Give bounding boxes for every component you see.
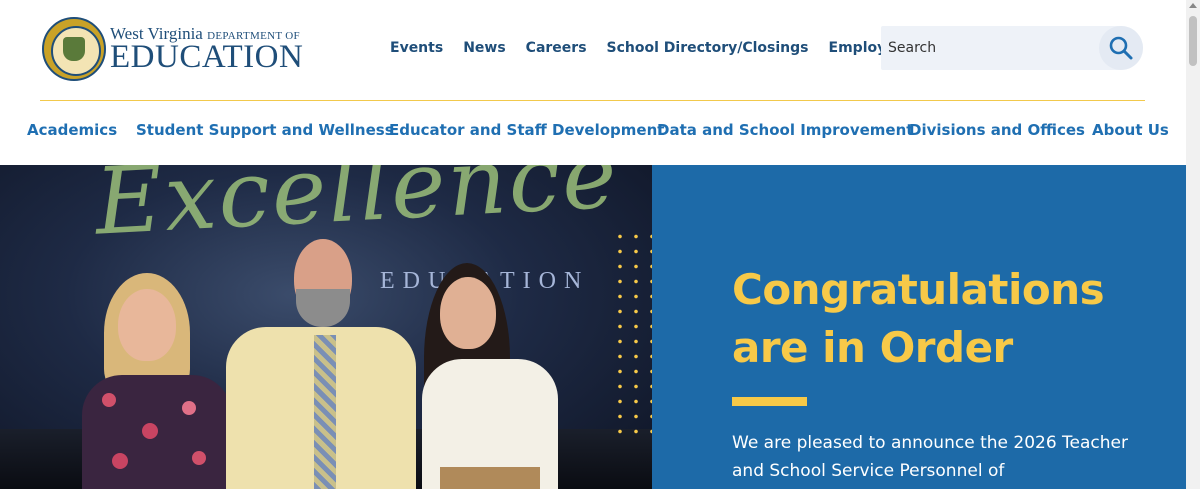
- logo-education: EDUCATION: [110, 38, 304, 75]
- search-icon: [1109, 36, 1133, 60]
- person-right: [410, 263, 560, 489]
- scroll-thumb[interactable]: [1189, 16, 1197, 66]
- wvde-logo[interactable]: West Virginia DEPARTMENT OF EDUCATION: [42, 17, 317, 81]
- hero-title: Congratulations are in Order: [732, 265, 1105, 372]
- main-nav: Academics Student Support and Wellness E…: [0, 121, 1186, 141]
- scroll-up-arrow-icon[interactable]: [1189, 3, 1197, 8]
- hero-panel: Congratulations are in Order We are plea…: [652, 165, 1186, 489]
- state-seal-icon: [42, 17, 106, 81]
- hero-banner: Excellence EDUCATION: [0, 165, 1186, 489]
- search-input[interactable]: [881, 26, 1099, 70]
- logo-text: West Virginia DEPARTMENT OF EDUCATION: [110, 25, 303, 74]
- site-header: West Virginia DEPARTMENT OF EDUCATION Ev…: [0, 0, 1186, 165]
- nav-careers[interactable]: Careers: [526, 40, 587, 56]
- person-left: [82, 273, 232, 489]
- hero-body-text: We are pleased to announce the 2026 Teac…: [732, 433, 1128, 481]
- nav-divisions-offices[interactable]: Divisions and Offices: [909, 121, 1085, 139]
- nav-academics[interactable]: Academics: [27, 121, 117, 139]
- nav-data-school-improvement[interactable]: Data and School Improvement: [657, 121, 913, 139]
- hero-accent-bar: [732, 397, 807, 406]
- person-middle: [226, 239, 416, 489]
- header-divider: [40, 100, 1145, 101]
- nav-about-us[interactable]: About Us: [1092, 121, 1169, 139]
- hero-photo: Excellence EDUCATION: [0, 165, 652, 489]
- nav-news[interactable]: News: [463, 40, 505, 56]
- nav-student-support[interactable]: Student Support and Wellness: [136, 121, 394, 139]
- page-scrollbar[interactable]: [1186, 0, 1200, 489]
- nav-educator-development[interactable]: Educator and Staff Development: [389, 121, 664, 139]
- nav-school-directory[interactable]: School Directory/Closings: [607, 40, 809, 56]
- search-button[interactable]: [1099, 26, 1143, 70]
- nav-events[interactable]: Events: [390, 40, 443, 56]
- search-box: [881, 26, 1143, 70]
